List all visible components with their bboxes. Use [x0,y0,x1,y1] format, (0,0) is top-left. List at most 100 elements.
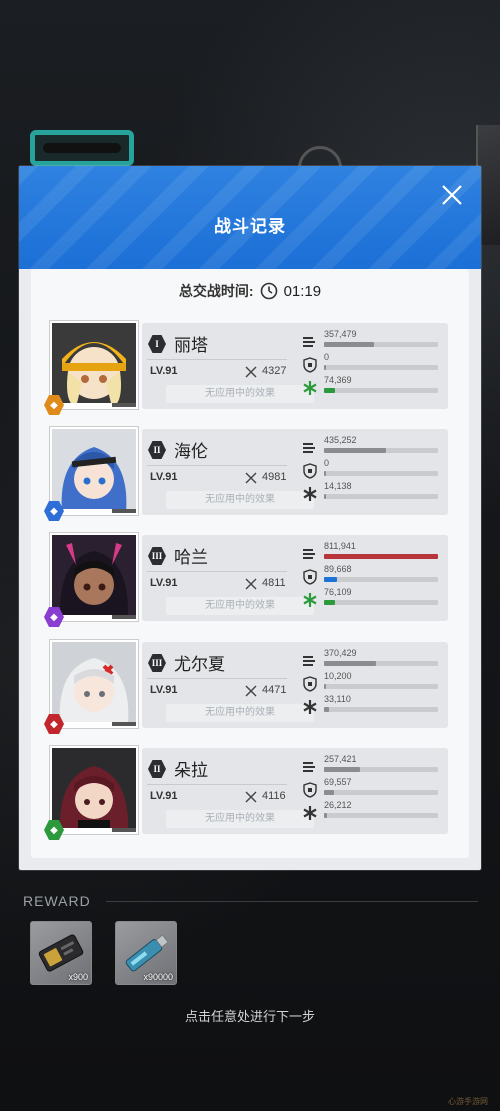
reward-quantity: x90000 [143,972,173,982]
crossed-swords-icon [244,471,258,485]
shield-icon [302,569,318,585]
character-portrait[interactable] [50,533,138,621]
character-power: 4327 [262,365,287,377]
close-icon [442,185,462,205]
reward-item-credit-card[interactable]: x900 [30,921,92,985]
character-name: 哈兰 [174,548,208,567]
damage-bullets-icon [302,759,318,775]
reward-label: REWARD [23,893,91,909]
character-info-card: II 海伦 LV.91 4981 无应用中的效果 435,252 0 14,13… [142,429,448,515]
rank-badge: III [148,654,166,672]
heal-asterisk-icon [302,486,318,502]
shield-stat: 69,557 [302,777,440,801]
crossed-swords-icon [244,790,258,804]
character-name: 尤尔夏 [174,655,225,674]
character-portrait-art [52,642,136,726]
shield-bar [324,790,438,795]
crossed-swords-icon [244,365,258,379]
character-portrait[interactable] [50,746,138,834]
character-row[interactable]: ◆ I 丽塔 LV.91 4327 无应用中的效果 357,479 0 74,3… [44,321,448,415]
damage-stat: 370,429 [302,648,440,672]
portrait-hp-bar [56,403,136,407]
active-effects-box: 无应用中的效果 [166,491,314,509]
panel-header: 战斗记录 [19,166,481,269]
character-row[interactable]: ◆ III 哈兰 LV.91 4811 无应用中的效果 811,941 89,6… [44,533,448,627]
name-divider [147,465,287,466]
character-power: 4471 [262,684,287,696]
shield-bar [324,365,438,370]
reward-item-usb-drive[interactable]: x90000 [115,921,177,985]
crossed-swords-icon [244,577,258,591]
battle-record-panel: 战斗记录 总交战时间: 01:19 ◆ I 丽塔 LV.91 4327 无应用中… [19,166,481,870]
damage-value: 370,429 [324,648,357,658]
heal-value: 14,138 [324,481,352,491]
heal-bar [324,494,438,499]
shield-icon [302,676,318,692]
portrait-hp-bar [56,615,136,619]
character-info-card: III 哈兰 LV.91 4811 无应用中的效果 811,941 89,668… [142,535,448,621]
heal-stat: 74,369 [302,375,440,399]
close-button[interactable] [440,183,464,207]
damage-bullets-icon [302,653,318,669]
shield-bar [324,684,438,689]
portrait-hp-bar [56,722,136,726]
heal-value: 26,212 [324,800,352,810]
character-row[interactable]: ◆ III 尤尔夏 LV.91 4471 无应用中的效果 370,429 10,… [44,640,448,734]
name-divider [147,784,287,785]
shield-value: 89,668 [324,564,352,574]
damage-bar [324,767,438,772]
shield-bar [324,577,438,582]
heal-asterisk-icon [302,380,318,396]
character-power: 4116 [262,790,286,802]
character-row[interactable]: ◆ II 朵拉 LV.91 4116 无应用中的效果 257,421 69,55… [44,746,448,840]
rank-badge: III [148,547,166,565]
shield-bar [324,471,438,476]
damage-stat: 257,421 [302,754,440,778]
character-level: LV.91 [150,790,178,802]
heal-bar [324,813,438,818]
shield-stat: 89,668 [302,564,440,588]
name-divider [147,359,287,360]
portrait-hp-bar [56,828,136,832]
damage-value: 257,421 [324,754,357,764]
panel-title: 战斗记录 [214,217,286,236]
heal-asterisk-icon [302,805,318,821]
character-portrait-art [52,748,136,832]
rank-badge: II [148,760,166,778]
heal-bar [324,600,438,605]
heal-bar [324,388,438,393]
damage-bullets-icon [302,334,318,350]
watermark: 心游手游网 [448,1097,488,1106]
heal-stat: 26,212 [302,800,440,824]
character-info-card: III 尤尔夏 LV.91 4471 无应用中的效果 370,429 10,20… [142,642,448,728]
character-portrait-art [52,535,136,619]
character-info-card: I 丽塔 LV.91 4327 无应用中的效果 357,479 0 74,369 [142,323,448,409]
heal-asterisk-icon [302,592,318,608]
character-portrait[interactable] [50,640,138,728]
damage-value: 435,252 [324,435,357,445]
character-level: LV.91 [150,365,178,377]
damage-bullets-icon [302,440,318,456]
battle-record-content: 总交战时间: 01:19 ◆ I 丽塔 LV.91 4327 无应用中的效果 3… [31,269,469,858]
active-effects-box: 无应用中的效果 [166,810,314,828]
shield-value: 10,200 [324,671,352,681]
total-time-label: 总交战时间: [178,283,254,299]
heal-value: 33,110 [324,694,351,704]
character-name: 丽塔 [174,336,208,355]
character-portrait[interactable] [50,427,138,515]
character-portrait[interactable] [50,321,138,409]
continue-hint[interactable]: 点击任意处进行下一步 [0,1006,500,1025]
total-time-value: 01:19 [283,282,322,300]
shield-stat: 0 [302,458,440,482]
active-effects-box: 无应用中的效果 [166,385,314,403]
character-level: LV.91 [150,684,178,696]
reward-divider [106,901,478,902]
character-row[interactable]: ◆ II 海伦 LV.91 4981 无应用中的效果 435,252 0 14,… [44,427,448,521]
character-name: 海伦 [174,442,208,461]
character-power: 4811 [262,577,286,589]
name-divider [147,571,287,572]
heal-value: 76,109 [324,587,352,597]
shield-value: 0 [324,352,330,362]
character-level: LV.91 [150,577,178,589]
shield-icon [302,357,318,373]
